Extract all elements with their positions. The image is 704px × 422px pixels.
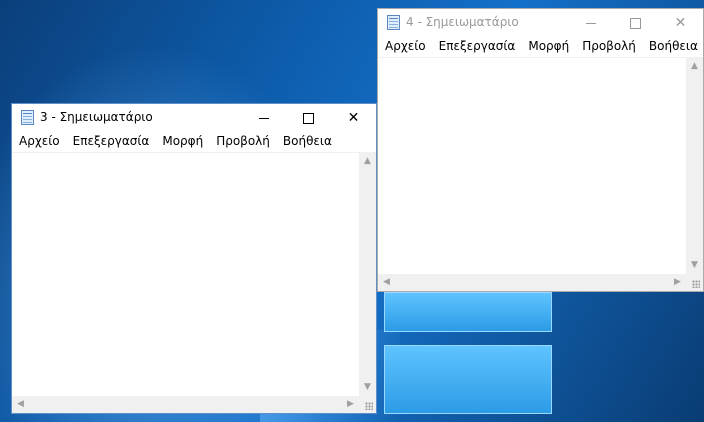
scroll-down-icon[interactable]: ▼ <box>359 379 376 396</box>
maximize-button[interactable] <box>613 9 658 37</box>
maximize-icon <box>303 112 314 124</box>
scroll-down-icon[interactable]: ▼ <box>686 257 703 274</box>
menu-format[interactable]: Μορφή <box>521 37 575 53</box>
vertical-scrollbar[interactable]: ▲ ▼ <box>359 153 376 396</box>
window-title: 4 - Σημειωματάριο <box>406 15 519 29</box>
close-button[interactable]: ✕ <box>658 9 703 37</box>
horizontal-scrollbar[interactable]: ◀ ▶ <box>12 396 359 413</box>
scroll-right-icon[interactable]: ▶ <box>342 396 359 413</box>
menu-help[interactable]: Βοήθεια <box>642 37 704 53</box>
close-icon: ✕ <box>347 110 360 126</box>
scroll-left-icon[interactable]: ◀ <box>378 274 395 291</box>
menu-bar: Αρχείο Επεξεργασία Μορφή Προβολή Βοήθεια <box>378 37 703 58</box>
text-editor[interactable] <box>12 153 359 396</box>
title-bar[interactable]: 4 - Σημειωματάριο ✕ <box>378 9 703 37</box>
scroll-right-icon[interactable]: ▶ <box>669 274 686 291</box>
title-bar[interactable]: 3 - Σημειωματάριο ✕ <box>12 104 376 132</box>
menu-format[interactable]: Μορφή <box>155 132 209 148</box>
menu-help[interactable]: Βοήθεια <box>276 132 338 148</box>
notepad-window-3[interactable]: 3 - Σημειωματάριο ✕ Αρχείο Επεξεργασία Μορ… <box>11 103 377 414</box>
menu-file[interactable]: Αρχείο <box>12 132 66 148</box>
resize-grip[interactable] <box>686 274 703 291</box>
notepad-icon <box>387 15 400 30</box>
close-icon: ✕ <box>674 15 687 31</box>
notepad-icon <box>21 110 34 125</box>
menu-file[interactable]: Αρχείο <box>378 37 432 53</box>
desktop-logo-pane <box>384 292 552 332</box>
vertical-scrollbar[interactable]: ▲ ▼ <box>686 58 703 274</box>
minimize-button[interactable] <box>568 9 613 37</box>
menu-edit[interactable]: Επεξεργασία <box>66 132 156 148</box>
close-button[interactable]: ✕ <box>331 104 376 132</box>
minimize-icon <box>585 22 596 24</box>
horizontal-scrollbar[interactable]: ◀ ▶ <box>378 274 686 291</box>
maximize-icon <box>630 17 641 29</box>
resize-grip[interactable] <box>359 396 376 413</box>
notepad-window-4[interactable]: 4 - Σημειωματάριο ✕ Αρχείο Επεξεργασία Μορ… <box>377 8 704 292</box>
text-editor[interactable] <box>378 58 686 274</box>
scroll-up-icon[interactable]: ▲ <box>686 58 703 75</box>
scroll-left-icon[interactable]: ◀ <box>12 396 29 413</box>
menu-view[interactable]: Προβολή <box>575 37 642 53</box>
menu-edit[interactable]: Επεξεργασία <box>432 37 522 53</box>
menu-view[interactable]: Προβολή <box>209 132 276 148</box>
window-title: 3 - Σημειωματάριο <box>40 110 153 124</box>
minimize-button[interactable] <box>241 104 286 132</box>
maximize-button[interactable] <box>286 104 331 132</box>
resize-grip-icon <box>692 280 700 288</box>
scroll-up-icon[interactable]: ▲ <box>359 153 376 170</box>
minimize-icon <box>258 117 269 119</box>
menu-bar: Αρχείο Επεξεργασία Μορφή Προβολή Βοήθεια <box>12 132 376 153</box>
desktop-logo-pane <box>384 345 552 414</box>
resize-grip-icon <box>365 402 373 410</box>
